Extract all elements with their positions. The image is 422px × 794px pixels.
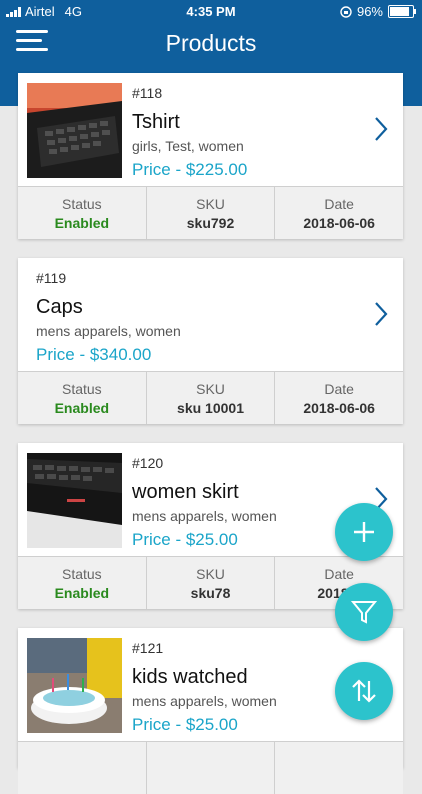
- sku-cell: SKU sku78: [147, 557, 276, 609]
- sku-value: sku78: [190, 585, 231, 601]
- status-label: Status: [61, 566, 102, 582]
- product-summary[interactable]: #119 Caps mens apparels, women Price - $…: [18, 258, 403, 371]
- product-info: #121 kids watched mens apparels, women P…: [132, 640, 277, 735]
- product-price: Price - $340.00: [36, 345, 152, 364]
- product-image: [27, 638, 122, 733]
- status-label: Status: [61, 196, 102, 212]
- product-image: [27, 453, 122, 548]
- product-details: Status Enabled SKU sku792 Date 2018-06-0…: [18, 186, 403, 239]
- sort-icon: [352, 679, 376, 703]
- date-value: 2018-06-06: [303, 215, 375, 231]
- product-name: Caps: [36, 296, 83, 318]
- battery-fill: [390, 7, 409, 16]
- product-image: [27, 83, 122, 178]
- filter-icon: [351, 601, 377, 624]
- sku-label: SKU: [196, 381, 225, 397]
- chevron-right-icon[interactable]: [373, 300, 389, 328]
- product-name: kids watched: [132, 666, 248, 688]
- rotation-lock-icon: [340, 5, 352, 18]
- sku-cell: SKU sku792: [147, 187, 276, 239]
- date-cell: Date 2018-06-06: [275, 187, 403, 239]
- sku-cell: SKU sku 10001: [147, 372, 276, 424]
- battery-icon: [388, 5, 416, 18]
- product-info: #120 women skirt mens apparels, women Pr…: [132, 455, 277, 550]
- sku-label: SKU: [196, 566, 225, 582]
- sku-label: SKU: [196, 196, 225, 212]
- plus-icon: [354, 522, 374, 542]
- date-label: Date: [324, 196, 354, 212]
- product-card[interactable]: #119 Caps mens apparels, women Price - $…: [18, 258, 403, 424]
- status-value: Enabled: [54, 585, 110, 601]
- status-cell: Status Enabled: [18, 557, 147, 609]
- product-summary[interactable]: #118 Tshirt girls, Test, women Price - $…: [18, 73, 403, 186]
- sku-value: sku792: [186, 215, 235, 231]
- status-cell: Status Enabled: [18, 372, 147, 424]
- date-label: Date: [324, 381, 354, 397]
- product-id: #120: [132, 455, 164, 471]
- chevron-right-icon[interactable]: [373, 115, 389, 143]
- product-card[interactable]: #118 Tshirt girls, Test, women Price - $…: [18, 73, 403, 239]
- date-value: 2018-06-06: [303, 400, 375, 416]
- product-details: [18, 741, 403, 794]
- battery-percent: 96%: [356, 4, 383, 19]
- status-right: 96%: [340, 4, 416, 19]
- product-info: #118 Tshirt girls, Test, women Price - $…: [132, 85, 247, 180]
- product-price: Price - $225.00: [132, 160, 248, 179]
- product-price: Price - $25.00: [132, 530, 238, 549]
- date-cell: Date 2018-06-06: [275, 372, 403, 424]
- product-id: #121: [132, 640, 164, 656]
- page-title: Products: [165, 30, 257, 56]
- product-tags: mens apparels, women: [36, 323, 181, 339]
- product-price: Price - $25.00: [132, 715, 238, 734]
- product-id: #118: [132, 85, 163, 101]
- add-product-button[interactable]: [335, 503, 393, 561]
- product-tags: mens apparels, women: [132, 508, 277, 524]
- status-value: Enabled: [54, 400, 110, 416]
- date-label: Date: [324, 566, 354, 582]
- product-id: #119: [36, 270, 67, 286]
- product-name: Tshirt: [132, 111, 180, 133]
- product-info: #119 Caps mens apparels, women Price - $…: [36, 270, 181, 365]
- status-bar: Airtel 4G 4:35 PM 96%: [0, 0, 422, 24]
- product-tags: girls, Test, women: [132, 138, 244, 154]
- status-cell: Status Enabled: [18, 187, 147, 239]
- status-value: Enabled: [54, 215, 110, 231]
- sort-button[interactable]: [335, 662, 393, 720]
- status-label: Status: [61, 381, 102, 397]
- product-tags: mens apparels, women: [132, 693, 277, 709]
- sku-value: sku 10001: [177, 400, 244, 416]
- product-details: Status Enabled SKU sku 10001 Date 2018-0…: [18, 371, 403, 424]
- product-name: women skirt: [132, 481, 239, 503]
- filter-button[interactable]: [335, 583, 393, 641]
